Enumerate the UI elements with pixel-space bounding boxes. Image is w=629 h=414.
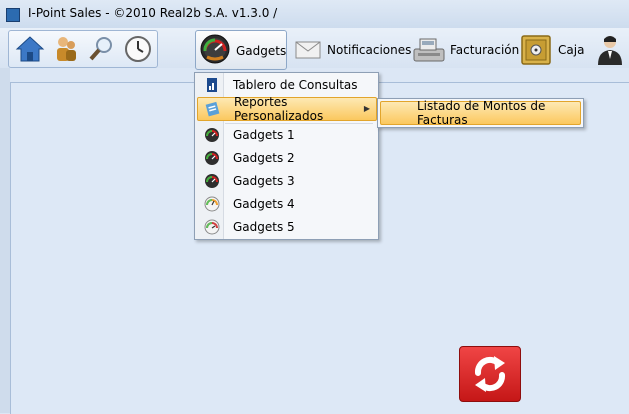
home-button[interactable] bbox=[14, 33, 46, 65]
cash-register-icon bbox=[413, 38, 445, 62]
menu-item-label: Gadgets 2 bbox=[233, 151, 295, 165]
facturacion-button[interactable]: Facturación bbox=[412, 32, 519, 68]
gauge-red-icon bbox=[205, 128, 219, 142]
menu-item-label: Gadgets 5 bbox=[233, 220, 295, 234]
search-button[interactable] bbox=[86, 33, 118, 65]
notificaciones-button[interactable]: Notificaciones bbox=[294, 32, 411, 68]
submenu-item-label: Listado de Montos de Facturas bbox=[417, 99, 546, 127]
gauge-white-icon bbox=[204, 219, 220, 235]
users-button[interactable] bbox=[50, 33, 82, 65]
menu-item-gadgets-2[interactable]: Gadgets 2 bbox=[197, 147, 375, 169]
reportes-submenu: Listado de Montos de Facturas bbox=[377, 98, 584, 128]
caja-label: Caja bbox=[558, 43, 585, 57]
submenu-item-listado-de-montos[interactable]: Listado de Montos de Facturas bbox=[380, 99, 581, 127]
envelope-icon bbox=[295, 41, 321, 59]
menu-item-gadgets-5[interactable]: Gadgets 5 bbox=[197, 216, 375, 238]
menu-item-reportes-personalizados[interactable]: Reportes Personalizados ▶ bbox=[197, 95, 377, 123]
facturacion-label: Facturación bbox=[450, 43, 520, 57]
caja-button[interactable]: Caja bbox=[520, 32, 584, 68]
gauge-red-icon bbox=[205, 151, 219, 165]
users-icon bbox=[57, 37, 76, 61]
submenu-arrow-icon: ▶ bbox=[363, 104, 370, 113]
menu-item-label: Gadgets 3 bbox=[233, 174, 295, 188]
menu-item-label: Gadgets 1 bbox=[233, 128, 295, 142]
gadgets-menu-button[interactable]: Gadgets bbox=[195, 30, 287, 70]
gadgets-label: Gadgets bbox=[236, 44, 287, 58]
refresh-icon bbox=[474, 356, 506, 392]
left-edge-strip bbox=[0, 68, 10, 413]
user-account-button[interactable] bbox=[594, 33, 626, 65]
menu-item-gadgets-3[interactable]: Gadgets 3 bbox=[197, 170, 375, 192]
history-button[interactable] bbox=[122, 33, 154, 65]
menu-item-gadgets-4[interactable]: Gadgets 4 bbox=[197, 193, 375, 215]
menu-item-gadgets-1[interactable]: Gadgets 1 bbox=[197, 124, 375, 146]
search-icon bbox=[89, 37, 112, 61]
menu-item-tablero-de-consultas[interactable]: Tablero de Consultas bbox=[197, 74, 375, 96]
dashboard-doc-icon bbox=[207, 78, 217, 92]
window-title: I-Point Sales - ©2010 Real2b S.A. v1.3.0… bbox=[28, 6, 278, 20]
gauge-red-icon bbox=[205, 174, 219, 188]
report-icon bbox=[205, 101, 220, 117]
title-bar: I-Point Sales - ©2010 Real2b S.A. v1.3.0… bbox=[0, 0, 629, 29]
safe-icon bbox=[521, 35, 551, 65]
gadgets-dropdown-menu: Tablero de Consultas Reportes Personaliz… bbox=[194, 72, 379, 240]
clock-icon bbox=[125, 36, 151, 62]
menu-item-label: Reportes Personalizados bbox=[234, 95, 324, 123]
user-icon bbox=[598, 36, 622, 65]
menu-item-label: Tablero de Consultas bbox=[233, 78, 358, 92]
refresh-button[interactable] bbox=[459, 346, 521, 402]
home-icon bbox=[15, 36, 45, 62]
app-icon bbox=[6, 8, 20, 22]
menu-item-label: Gadgets 4 bbox=[233, 197, 295, 211]
gauge-white-icon bbox=[204, 196, 220, 212]
gauge-icon bbox=[200, 34, 230, 64]
notificaciones-label: Notificaciones bbox=[327, 43, 412, 57]
